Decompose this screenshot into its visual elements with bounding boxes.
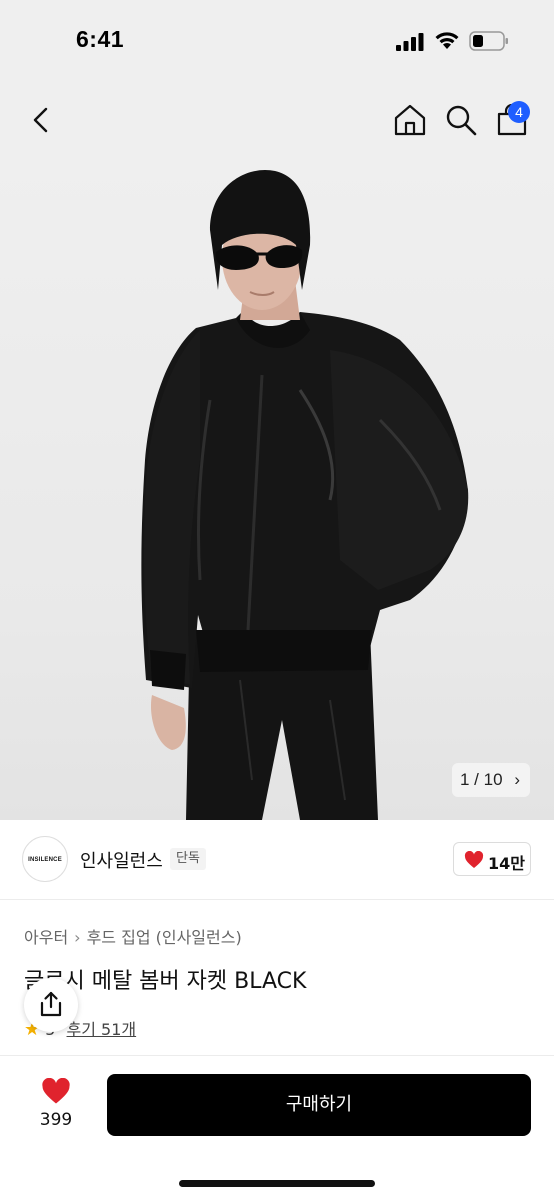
wishlist-count: 399	[39, 1110, 73, 1130]
heart-icon	[464, 851, 484, 868]
wifi-icon	[435, 32, 459, 49]
exclusive-badge: 단독	[170, 848, 206, 870]
wishlist-button[interactable]: 399	[26, 1074, 86, 1138]
brand-like-button[interactable]: 14만	[453, 842, 531, 876]
cart-count-badge: 4	[508, 101, 530, 123]
breadcrumb-separator: ›	[74, 928, 81, 947]
status-time: 6:41	[76, 26, 125, 52]
share-icon	[40, 991, 62, 1017]
home-indicator	[179, 1180, 375, 1187]
product-image[interactable]	[0, 160, 554, 820]
image-pager[interactable]: 1 / 10 ›	[452, 763, 530, 797]
bottom-action-bar: 399 구매하기	[0, 1055, 554, 1200]
chevron-right-icon: ›	[514, 770, 520, 789]
breadcrumb: 아우터 › 후드 집업 (인사일런스)	[24, 924, 242, 948]
top-nav	[0, 84, 554, 160]
brand-logo[interactable]: INSILENCE	[22, 836, 68, 882]
cellular-signal-icon	[396, 33, 424, 51]
brand-row: INSILENCE 인사일런스 단독 14만	[0, 820, 554, 900]
model-photo	[141, 170, 469, 820]
buy-button[interactable]: 구매하기	[107, 1074, 531, 1136]
heart-icon	[42, 1078, 70, 1104]
breadcrumb-item-subcategory[interactable]: 후드 집업 (인사일런스)	[87, 928, 242, 947]
search-icon[interactable]	[443, 102, 479, 138]
brand-like-count: 14만	[488, 854, 525, 873]
status-bar: 6:41	[0, 0, 554, 84]
image-pager-label: 1 / 10	[460, 770, 503, 789]
brand-name[interactable]: 인사일런스	[80, 847, 163, 873]
share-button[interactable]	[24, 978, 78, 1032]
reviews-link[interactable]: 후기 51개	[67, 1020, 137, 1039]
back-chevron-icon[interactable]	[24, 102, 60, 138]
home-icon[interactable]	[392, 102, 428, 138]
breadcrumb-item-category[interactable]: 아우터	[24, 928, 68, 947]
battery-icon	[469, 31, 508, 51]
